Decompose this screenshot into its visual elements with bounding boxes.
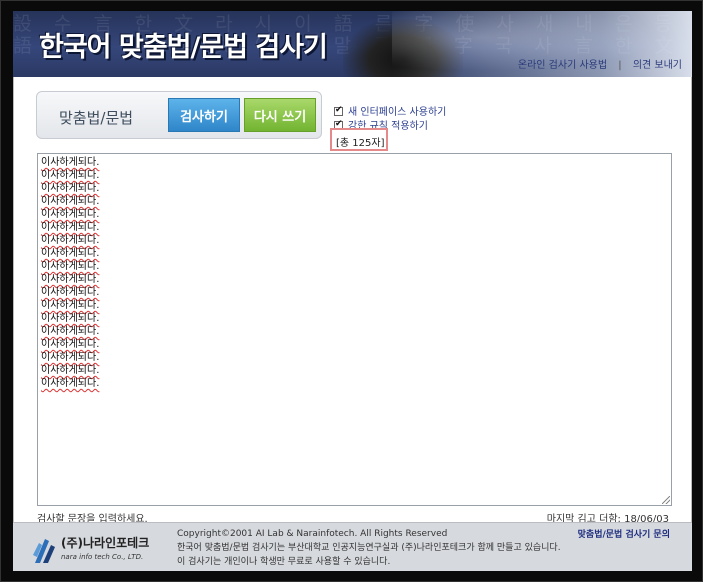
header-banner: 設 수 言 한 文 라 시 이 語 른 字 使 사 새 내 은 등 무 이 文 …	[13, 11, 692, 77]
editor-line: 이사하게되다.	[41, 300, 100, 311]
editor-line: 이사하게되다.	[41, 352, 100, 363]
header-links: 온라인 검사기 사용법 | 의견 보내기	[518, 56, 682, 71]
company-subtitle: nara info tech Co., LTD.	[61, 553, 144, 561]
editor-line: 이사하게되다.	[41, 339, 100, 350]
feedback-link[interactable]: 의견 보내기	[633, 56, 682, 71]
editor-line: 이사하게되다.	[41, 274, 100, 285]
rewrite-button[interactable]: 다시 쓰기	[244, 98, 316, 132]
text-input-area[interactable]: 이사하게되다. 이사하게되다. 이사하게되다. 이사하게되다. 이사하게되다. 이사하게되…	[37, 153, 672, 506]
footer-text: Copyright©2001 AI Lab & Narainfotech. Al…	[177, 527, 561, 569]
toolbox-label: 맞춤법/문법	[59, 109, 134, 127]
outer-frame: 設 수 言 한 文 라 시 이 語 른 字 使 사 새 내 은 등 무 이 文 …	[0, 0, 703, 582]
character-count: [총 125자]	[330, 128, 388, 151]
link-separator: |	[618, 60, 622, 71]
resize-grip-icon[interactable]	[662, 496, 670, 504]
editor-line: 이사하게되다.	[41, 287, 100, 298]
editor-line: 이사하게되다.	[41, 313, 100, 324]
editor-line: 이사하게되다.	[41, 183, 100, 194]
company-name: (주)나라인포테크	[61, 536, 150, 550]
company-logo[interactable]: (주)나라인포테크 nara info tech Co., LTD.	[31, 531, 161, 567]
footer-credit-text: 한국어 맞춤법/문법 검사기는 부산대학교 인공지능연구실과 (주)나라인포테크…	[177, 543, 561, 553]
footer: (주)나라인포테크 nara info tech Co., LTD. Copyr…	[13, 522, 692, 571]
editor-line: 이사하게되다.	[41, 378, 100, 389]
editor-line: 이사하게되다.	[41, 157, 100, 168]
contact-link[interactable]: 맞춤법/문법 검사기 문의	[578, 527, 670, 540]
editor-line: 이사하게되다.	[41, 248, 100, 259]
new-interface-option[interactable]: 새 인터페이스 사용하기	[334, 103, 446, 118]
copyright-text: Copyright©2001 AI Lab & Narainfotech. Al…	[177, 529, 448, 539]
editor-line: 이사하게되다.	[41, 261, 100, 272]
toolbox: 맞춤법/문법 검사하기 다시 쓰기	[36, 91, 322, 139]
app-title: 한국어 맞춤법/문법 검사기	[39, 32, 328, 63]
editor-line: 이사하게되다.	[41, 365, 100, 376]
editor-line: 이사하게되다.	[41, 209, 100, 220]
company-logo-icon	[33, 539, 55, 563]
editor-line: 이사하게되다.	[41, 326, 100, 337]
usage-guide-link[interactable]: 온라인 검사기 사용법	[518, 56, 607, 71]
editor-line: 이사하게되다.	[41, 170, 100, 181]
editor-line: 이사하게되다.	[41, 196, 100, 207]
footer-usage-text: 이 검사기는 개인이나 학생만 무료로 사용할 수 있습니다.	[177, 557, 391, 567]
checker-window: 設 수 言 한 文 라 시 이 語 른 字 使 사 새 내 은 등 무 이 文 …	[13, 11, 692, 571]
new-interface-checkbox[interactable]	[334, 105, 343, 116]
editor-lines: 이사하게되다. 이사하게되다. 이사하게되다. 이사하게되다. 이사하게되다. 이사하게되…	[41, 156, 668, 390]
editor-line: 이사하게되다.	[41, 235, 100, 246]
check-button[interactable]: 검사하기	[168, 98, 240, 132]
editor-line: 이사하게되다.	[41, 222, 100, 233]
main-content: 맞춤법/문법 검사하기 다시 쓰기 새 인터페이스 사용하기 강한 규칙 적용하…	[13, 77, 692, 525]
